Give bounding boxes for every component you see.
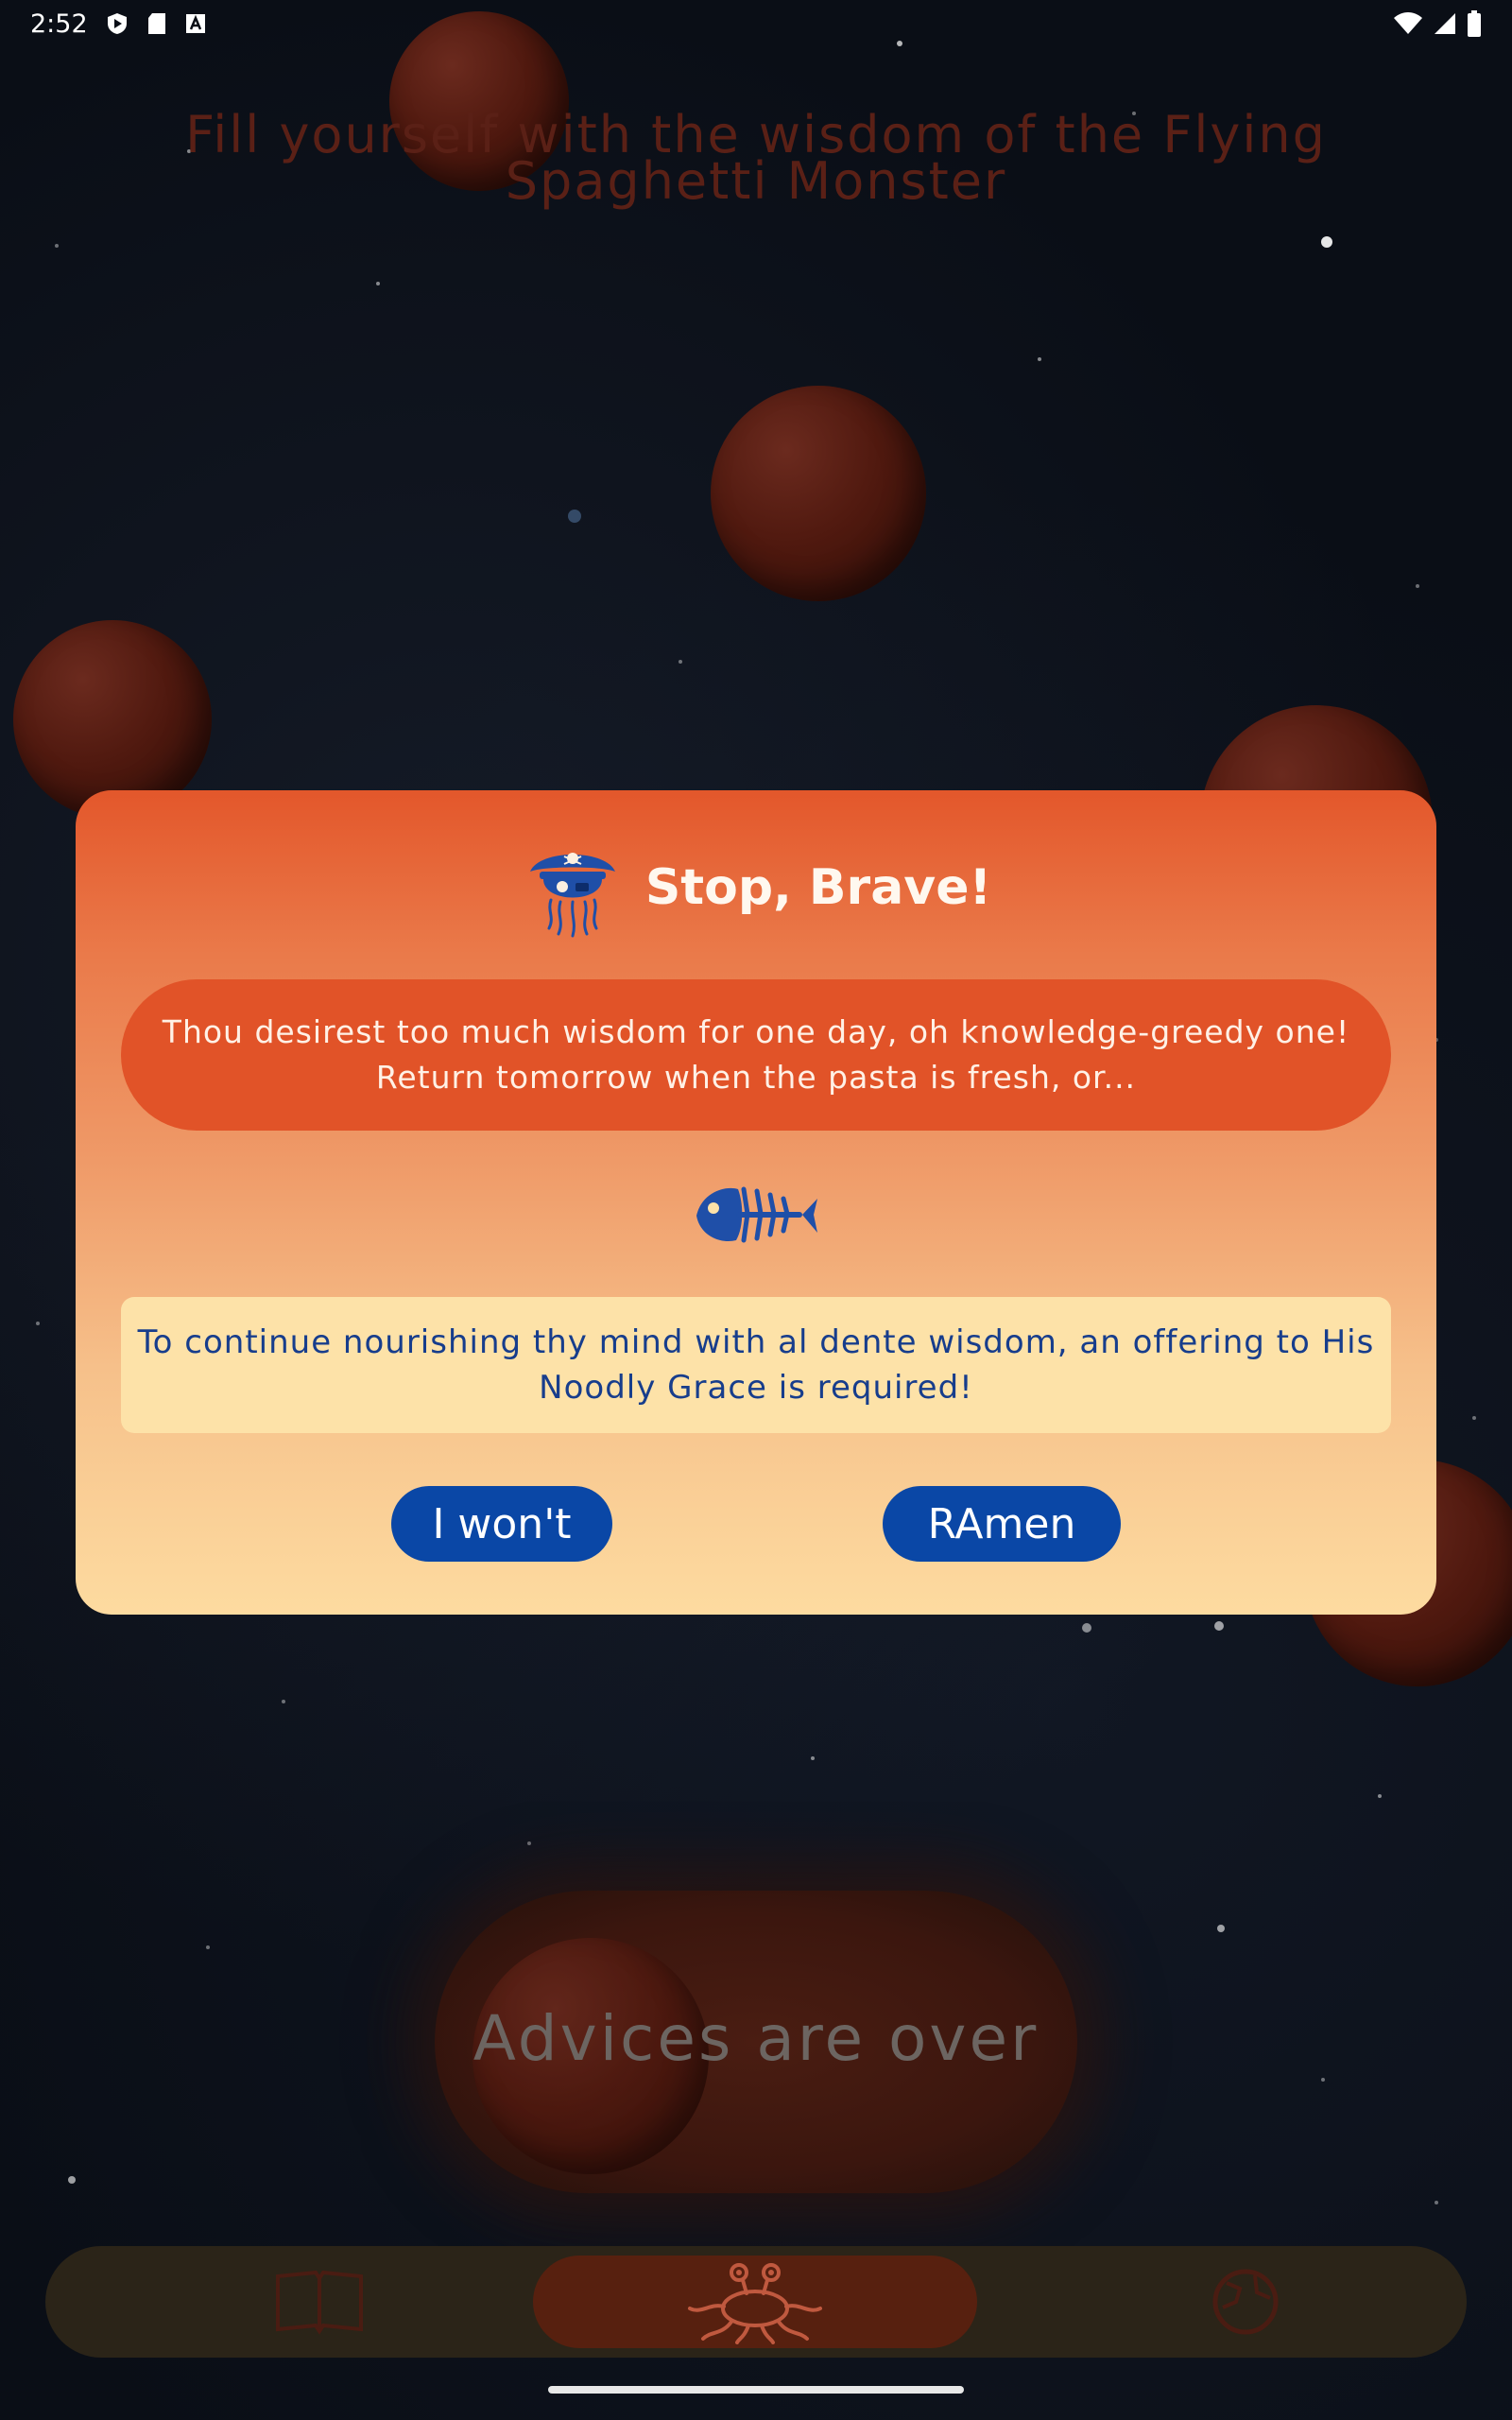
app-screen: 2:52 Fill yourself with the wisdom of th… [0, 0, 1512, 2420]
offer-line-2: Noodly Grace is required! [539, 1369, 973, 1407]
fish-icon-container [76, 1178, 1436, 1263]
fish-skeleton-icon [696, 1186, 817, 1243]
warning-message: Thou desirest too much wisdom for one da… [121, 979, 1391, 1131]
warning-line-1: Thou desirest too much wisdom for one da… [162, 1013, 1350, 1050]
book-icon [276, 2270, 363, 2335]
offer-line-1: To continue nourishing thy mind with al … [137, 1323, 1375, 1361]
font-a-icon [185, 14, 205, 33]
accept-button[interactable]: RAmen [883, 1486, 1121, 1562]
pirate-jellyfish-icon [529, 853, 615, 938]
meatball-decoration [13, 620, 212, 819]
advice-button-label: Advices are over [472, 2002, 1040, 2075]
nav-item-home[interactable] [533, 2256, 977, 2348]
battery-icon [1468, 10, 1481, 37]
warning-line-2: Return tomorrow when the pasta is fresh,… [375, 1059, 1137, 1096]
sd-card-icon [147, 13, 165, 34]
status-time: 2:52 [30, 9, 88, 39]
home-indicator[interactable] [548, 2386, 964, 2394]
bottom-navigation [45, 2246, 1467, 2358]
nav-item-globe[interactable] [1142, 2256, 1349, 2348]
nav-item-book[interactable] [215, 2256, 423, 2348]
dialog-title: Stop, Brave! [644, 859, 992, 916]
offering-dialog: Stop, Brave! Thou desirest too much wisd… [76, 790, 1436, 1615]
shield-play-icon [107, 13, 127, 34]
wifi-icon [1394, 12, 1422, 34]
decline-button[interactable]: I won't [391, 1486, 612, 1562]
globe-icon [1212, 2269, 1279, 2335]
meatball-decoration [711, 386, 926, 601]
offering-message: To continue nourishing thy mind with al … [121, 1297, 1391, 1433]
flying-spaghetti-monster-icon [688, 2263, 822, 2344]
dialog-header: Stop, Brave! [76, 836, 1436, 940]
page-headline: Fill yourself with the wisdom of the Fly… [185, 105, 1327, 211]
cell-signal-icon [1435, 13, 1455, 34]
status-bar: 2:52 [0, 0, 1512, 47]
